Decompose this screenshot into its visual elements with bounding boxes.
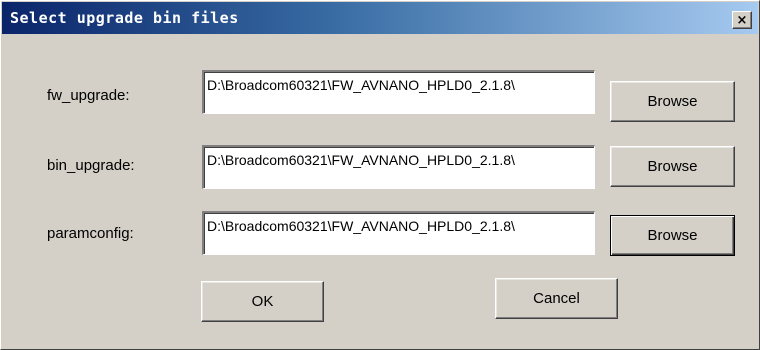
cancel-button[interactable]: Cancel [495,278,618,319]
fw-upgrade-path-input[interactable]: D:\Broadcom60321\FW_AVNANO_HPLD0_2.1.8\ [202,70,595,114]
ok-button[interactable]: OK [201,281,324,322]
browse-button-label: Browse [647,227,698,244]
bin-upgrade-path-input[interactable]: D:\Broadcom60321\FW_AVNANO_HPLD0_2.1.8\ [202,145,595,189]
paramconfig-browse-button[interactable]: Browse [610,215,735,256]
window-title: Select upgrade bin files [10,9,239,27]
browse-button-label: Browse [647,93,698,110]
close-button[interactable]: × [732,11,752,29]
browse-button-label: Browse [647,158,698,175]
close-icon: × [736,12,748,28]
fw-upgrade-browse-button[interactable]: Browse [610,81,735,122]
fw-upgrade-label: fw_upgrade: [47,87,130,104]
paramconfig-label: paramconfig: [47,225,134,242]
paramconfig-path-input[interactable]: D:\Broadcom60321\FW_AVNANO_HPLD0_2.1.8\ [202,211,595,255]
ok-button-label: OK [251,293,274,310]
cancel-button-label: Cancel [533,290,580,307]
bin-upgrade-browse-button[interactable]: Browse [610,146,735,187]
bin-upgrade-label: bin_upgrade: [47,157,135,174]
dialog-window: Select upgrade bin files × fw_upgrade: D… [0,0,760,350]
title-bar[interactable]: Select upgrade bin files × [2,2,758,34]
